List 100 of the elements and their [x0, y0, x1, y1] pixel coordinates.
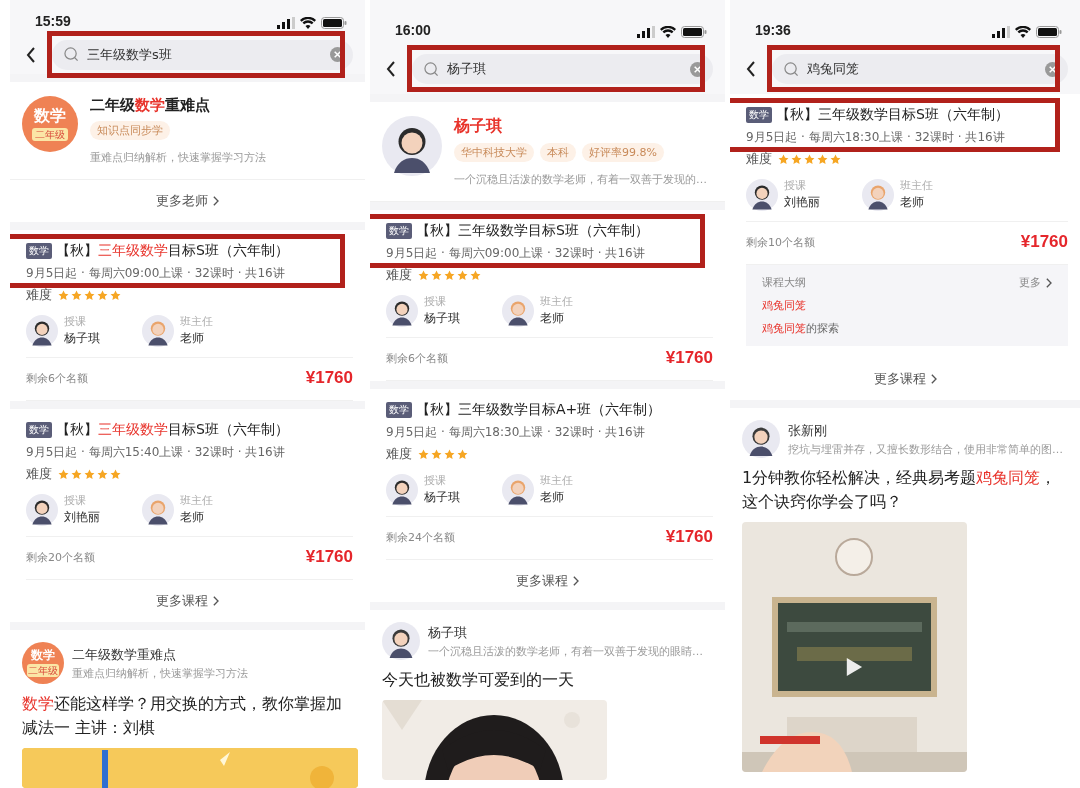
search-field[interactable]: 杨子琪 [412, 54, 713, 84]
avatar [142, 314, 174, 347]
wifi-icon [300, 17, 316, 30]
course-title[interactable]: 数学 【秋】三年级数学目标S班（六年制） [386, 222, 713, 240]
remaining-seats: 剩余20个名额 [26, 549, 95, 565]
avatar [26, 493, 58, 526]
teacher-role: 授课 [424, 294, 447, 309]
author-bio: 一个沉稳且活泼的数学老师，有着一双善于发现的眼睛… [428, 643, 703, 659]
teacher-role: 班主任 [540, 473, 573, 488]
search-field[interactable]: 三年级数学s班 [52, 39, 353, 70]
tag: 好评率99.8% [582, 143, 664, 162]
wifi-icon [660, 26, 676, 38]
more-link[interactable]: 更多课程 [873, 370, 937, 388]
teacher-name[interactable]: 杨子琪 [454, 116, 502, 137]
teacher-bio: 一个沉稳且活泼的数学老师，有着一双善于发现的… [454, 172, 707, 187]
remaining-seats: 剩余10个名额 [746, 234, 815, 250]
difficulty-label: 难度 [26, 465, 52, 483]
avatar [382, 116, 442, 176]
search-icon [784, 61, 799, 77]
teacher-name: 老师 [540, 310, 565, 327]
avatar [386, 294, 418, 327]
outline-item[interactable]: 鸡兔同笼 [762, 298, 1052, 313]
subject-tag: 数学 [386, 402, 412, 418]
post-title[interactable]: 数学还能这样学？用交换的方式，教你掌握加减法一 主讲：刘棋 [22, 692, 353, 740]
course-title[interactable]: 数学 【秋】三年级数学目标S班（六年制） [746, 106, 1068, 124]
play-icon[interactable] [845, 657, 863, 677]
avatar [386, 473, 418, 506]
teacher-name: 杨子琪 [424, 489, 460, 506]
teacher-name: 老师 [540, 489, 565, 506]
price: ¥1760 [665, 527, 713, 547]
teacher-role: 授课 [784, 178, 807, 193]
back-icon[interactable] [746, 61, 756, 77]
chevron-right-icon [1045, 277, 1052, 288]
more-link[interactable]: 更多课程 [516, 572, 579, 590]
remaining-seats: 剩余6个名额 [26, 370, 88, 386]
remaining-seats: 剩余24个名额 [386, 529, 455, 545]
course-name[interactable]: 【秋】三年级数学目标A+班（六年制） [416, 401, 662, 419]
signal-icon [277, 17, 295, 30]
avatar [502, 294, 534, 327]
topic-logo: 数学 二年级 [22, 96, 78, 152]
topic-logo: 数学 二年级 [22, 642, 64, 684]
teacher-name: 杨子琪 [64, 330, 100, 347]
search-field[interactable]: 鸡兔同笼 [772, 54, 1068, 84]
course-title[interactable]: 数学 【秋】三年级数学目标S班（六年制） [26, 421, 353, 439]
avatar [142, 493, 174, 526]
topic-title[interactable]: 二年级数学重难点 [90, 96, 210, 115]
wifi-icon [1015, 26, 1031, 38]
author-name: 杨子琪 [428, 623, 468, 642]
teacher-name: 老师 [180, 330, 205, 347]
subject-tag: 数学 [26, 422, 52, 438]
avatar [382, 622, 420, 660]
status-time: 16:00 [395, 22, 431, 38]
status-time: 15:59 [35, 13, 71, 30]
teacher-name: 杨子琪 [424, 310, 460, 327]
teacher-role: 班主任 [900, 178, 933, 193]
more-link[interactable]: 更多老师 [156, 192, 219, 210]
teacher-role: 班主任 [180, 493, 213, 508]
author-bio: 重难点归纳解析，快速掌握学习方法 [72, 665, 248, 681]
course-schedule: 9月5日起 · 每周六18:30上课 · 32课时 · 共16讲 [386, 424, 646, 441]
course-schedule: 9月5日起 · 每周六18:30上课 · 32课时 · 共16讲 [746, 129, 1006, 146]
back-icon[interactable] [386, 61, 396, 77]
post-title[interactable]: 1分钟教你轻松解决，经典易考题鸡兔同笼，这个诀窍你学会了吗？ [742, 466, 1068, 514]
tag: 本科 [540, 143, 576, 162]
tag: 华中科技大学 [454, 143, 534, 162]
avatar [26, 314, 58, 347]
price: ¥1760 [1020, 232, 1068, 252]
avatar [742, 420, 780, 458]
post-title[interactable]: 今天也被数学可爱到的一天 [382, 668, 713, 692]
signal-icon [637, 26, 655, 38]
difficulty-label: 难度 [26, 286, 52, 304]
chevron-right-icon [212, 596, 219, 606]
course-title[interactable]: 数学 【秋】三年级数学目标A+班（六年制） [386, 401, 713, 419]
outline-item[interactable]: 鸡兔同笼的探索 [762, 321, 1052, 336]
search-icon [64, 47, 79, 63]
avatar [746, 178, 778, 211]
teacher-name: 刘艳丽 [784, 194, 820, 211]
tag: 知识点同步学 [90, 121, 170, 140]
author-bio: 挖坑与埋雷并存，又擅长数形结合，使用非常简单的图… [788, 441, 1063, 457]
more-link[interactable]: 更多课程 [156, 592, 219, 610]
price: ¥1760 [305, 368, 353, 388]
course-name[interactable]: 【秋】三年级数学目标S班（六年制） [416, 222, 649, 240]
course-name[interactable]: 【秋】三年级数学目标S班（六年制） [56, 242, 289, 260]
course-schedule: 9月5日起 · 每周六15:40上课 · 32课时 · 共16讲 [26, 444, 286, 461]
topic-description: 重难点归纳解析，快速掌握学习方法 [90, 150, 266, 165]
avatar [862, 178, 894, 211]
teacher-name: 老师 [180, 509, 205, 526]
avatar [502, 473, 534, 506]
teacher-role: 授课 [64, 314, 87, 329]
back-icon[interactable] [26, 46, 36, 63]
chevron-right-icon [929, 374, 937, 384]
difficulty-label: 难度 [746, 150, 772, 168]
course-name[interactable]: 【秋】三年级数学目标S班（六年制） [56, 421, 289, 439]
teacher-name: 刘艳丽 [64, 509, 100, 526]
battery-icon [681, 26, 707, 38]
teacher-role: 班主任 [180, 314, 213, 329]
remaining-seats: 剩余6个名额 [386, 350, 448, 366]
teacher-name: 老师 [900, 194, 925, 211]
course-name[interactable]: 【秋】三年级数学目标S班（六年制） [776, 106, 1009, 124]
course-title[interactable]: 数学 【秋】三年级数学目标S班（六年制） [26, 242, 353, 260]
battery-icon [321, 17, 347, 30]
